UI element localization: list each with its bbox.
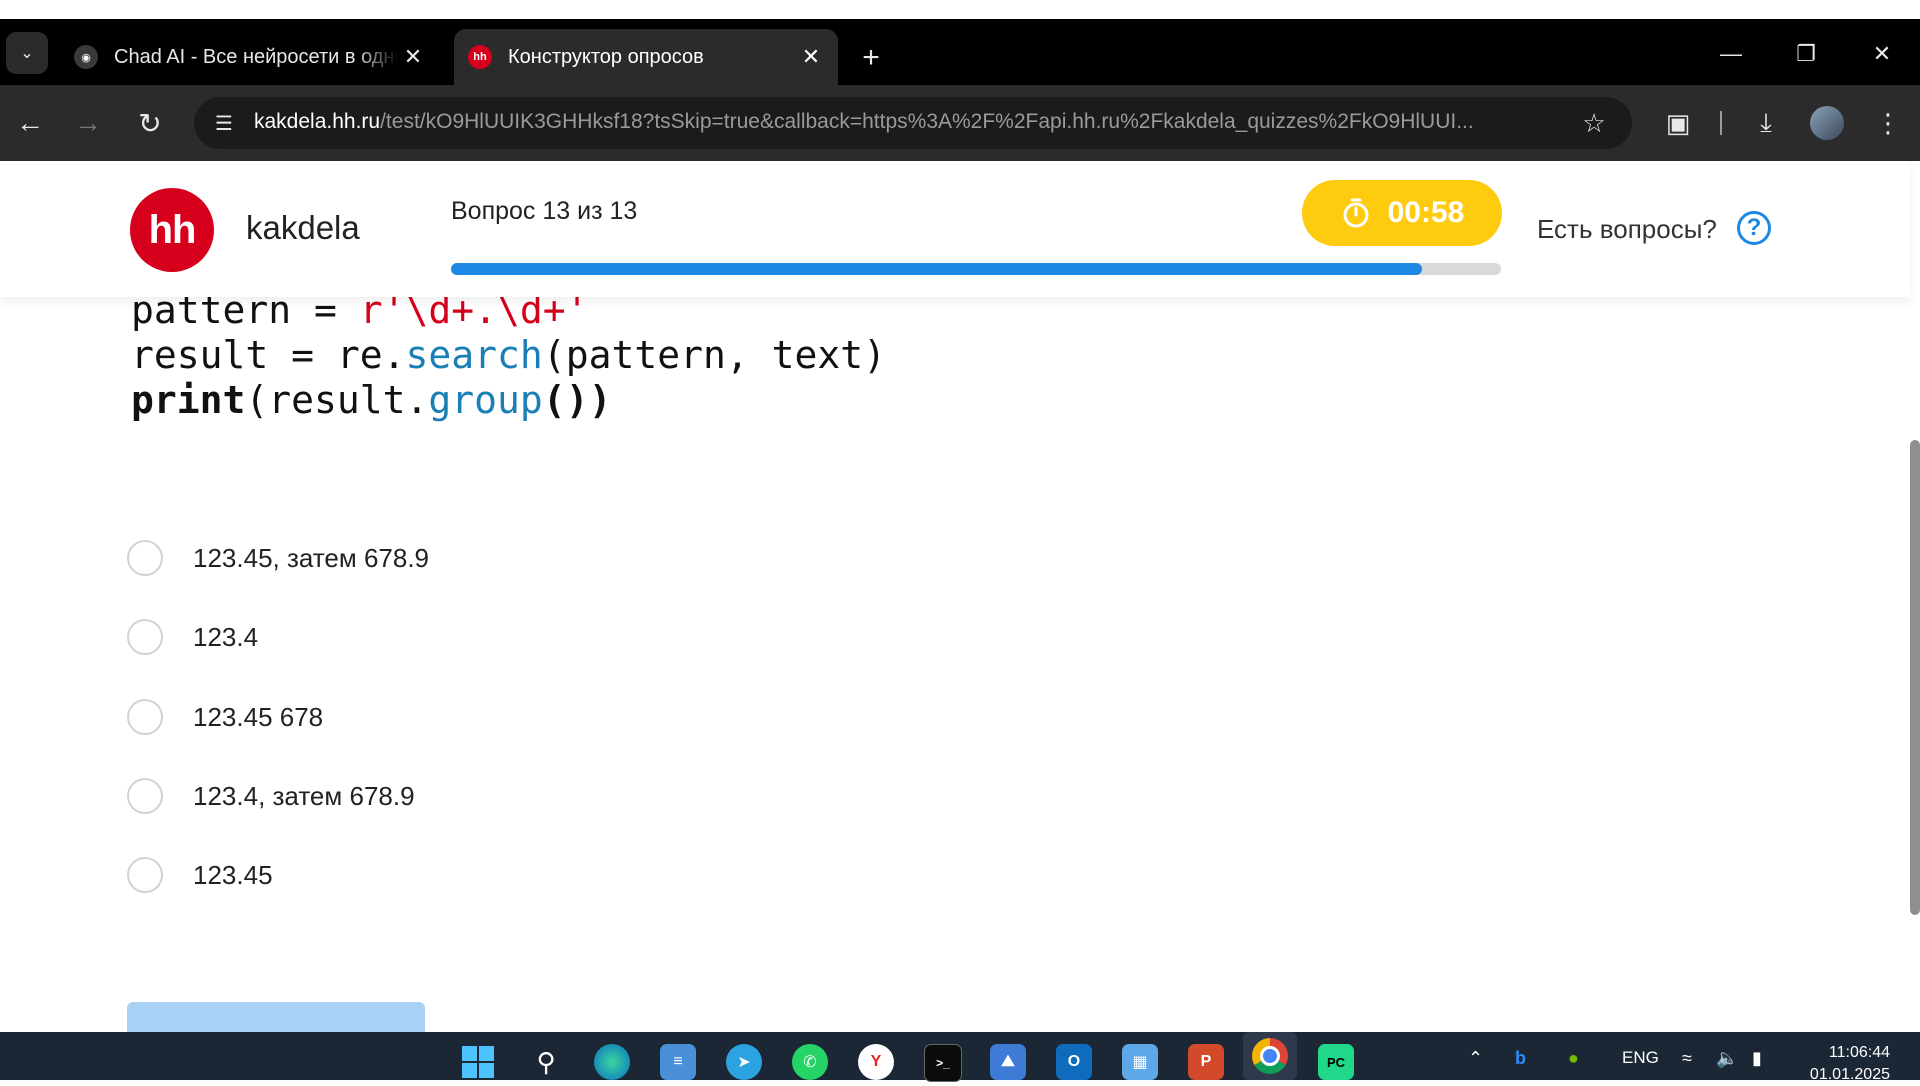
chad-ai-favicon-icon: ◉	[74, 45, 98, 69]
close-icon[interactable]: ✕	[796, 42, 826, 72]
search-icon[interactable]: ⚲	[528, 1044, 564, 1080]
forward-arrow-icon[interactable]: →	[68, 103, 108, 143]
back-arrow-icon[interactable]: ←	[10, 103, 50, 143]
answer-label[interactable]: 123.45 678	[193, 702, 323, 733]
nvidia-icon[interactable]: ●	[1568, 1048, 1579, 1069]
windows-taskbar: ⚲ ≡ ➤ ✆ Y >_ ⛰ O ▦ P PC ⌃ b ● ENG ≈ 🔈 ▮ …	[0, 1032, 1920, 1083]
download-icon[interactable]: ⤓	[1746, 103, 1786, 143]
timer-badge: 00:58	[1302, 180, 1502, 246]
control-panel-icon[interactable]: ▦	[1122, 1044, 1158, 1080]
battery-icon[interactable]: ▮	[1752, 1048, 1762, 1069]
code-function: search	[405, 333, 543, 377]
new-tab-plus-icon[interactable]: +	[856, 41, 886, 74]
code-keyword: print	[131, 378, 246, 422]
answer-label[interactable]: 123.4	[193, 622, 258, 653]
podcast-app-icon[interactable]: P	[1188, 1044, 1224, 1080]
close-icon[interactable]: ✕	[398, 42, 428, 72]
code-token: result = re.	[131, 333, 406, 377]
whatsapp-icon[interactable]: ✆	[792, 1044, 828, 1080]
radio-button[interactable]	[127, 540, 163, 576]
code-line: result = re.search(pattern, text)	[131, 333, 886, 378]
radio-button[interactable]	[127, 778, 163, 814]
hh-logo[interactable]: hh	[130, 188, 214, 272]
minimize-icon[interactable]: —	[1711, 39, 1751, 69]
radio-button[interactable]	[127, 857, 163, 893]
volume-icon[interactable]: 🔈	[1716, 1048, 1738, 1069]
tab-konstruktor-oprosov[interactable]: hh Конструктор опросов ✕	[454, 29, 838, 85]
stopwatch-icon	[1343, 198, 1369, 228]
url-text[interactable]: kakdela.hh.ru/test/kO9HlUUIK3GHHksf18?ts…	[254, 110, 1554, 134]
reload-icon[interactable]: ↻	[130, 103, 170, 143]
browser-toolbar: ← → ↻ ☰ kakdela.hh.ru/test/kO9HlUUIK3GHH…	[0, 85, 1920, 161]
windows-start-icon[interactable]	[460, 1044, 496, 1080]
answer-option[interactable]: 123.45 678	[127, 697, 323, 737]
wifi-icon[interactable]: ≈	[1682, 1048, 1692, 1069]
site-settings-icon[interactable]: ☰	[206, 105, 242, 141]
edge-browser-icon[interactable]	[594, 1044, 630, 1080]
photos-icon[interactable]: ⛰	[990, 1044, 1026, 1080]
tab-title: Chad AI - Все нейросети в одном	[114, 45, 398, 68]
restore-icon[interactable]: ❐	[1786, 39, 1826, 69]
progress-bar	[451, 263, 1501, 275]
answer-option[interactable]: 123.4, затем 678.9	[127, 776, 415, 816]
code-token: (pattern, text)	[542, 333, 886, 377]
radio-button[interactable]	[127, 699, 163, 735]
bing-icon[interactable]: b	[1515, 1048, 1526, 1069]
profile-avatar[interactable]	[1810, 106, 1844, 140]
timer-value: 00:58	[1387, 196, 1465, 229]
notepad-icon[interactable]: ≡	[660, 1044, 696, 1080]
menu-kebab-icon[interactable]: ⋮	[1868, 103, 1908, 143]
url-path: /test/kO9HlUUIK3GHHksf18?tsSkip=true&cal…	[380, 110, 1474, 133]
taskbar-clock[interactable]: 11:06:44 01.01.2025	[1790, 1042, 1890, 1086]
brand-name: kakdela	[246, 209, 360, 246]
pycharm-icon[interactable]: PC	[1318, 1044, 1354, 1080]
answer-label[interactable]: 123.45, затем 678.9	[193, 543, 429, 574]
chevron-down-icon: ⌄	[20, 45, 34, 62]
answer-option[interactable]: 123.45	[127, 855, 273, 895]
toolbar-divider	[1720, 111, 1722, 135]
terminal-icon[interactable]: >_	[924, 1044, 962, 1082]
screen-top-strip	[0, 0, 1920, 19]
telegram-icon[interactable]: ➤	[726, 1044, 762, 1080]
code-function: group	[428, 378, 543, 422]
code-line: print(result.group())	[131, 378, 886, 423]
quiz-header: hh kakdela Вопрос 13 из 13 00:58 Есть во…	[0, 161, 1910, 297]
chrome-taskbar-button[interactable]	[1243, 1032, 1297, 1080]
progress-bar-fill	[451, 263, 1423, 275]
browser-tab-bar: ⌄ ◉ Chad AI - Все нейросети в одном ✕ hh…	[0, 19, 1920, 85]
tab-search-button[interactable]: ⌄	[6, 32, 48, 74]
address-bar[interactable]: ☰ kakdela.hh.ru/test/kO9HlUUIK3GHHksf18?…	[194, 97, 1632, 149]
page-scrollbar[interactable]	[1910, 440, 1920, 915]
radio-button[interactable]	[127, 619, 163, 655]
question-code: pattern = r'\d+.\d+' result = re.search(p…	[131, 288, 886, 423]
question-mark-icon[interactable]: ?	[1737, 211, 1771, 245]
bookmark-star-icon[interactable]: ☆	[1576, 105, 1612, 141]
clock-time: 11:06:44	[1828, 1044, 1890, 1061]
clock-date: 01.01.2025	[1809, 1066, 1890, 1083]
yandex-browser-icon[interactable]: Y	[858, 1044, 894, 1080]
window-close-icon[interactable]: ✕	[1862, 39, 1902, 69]
language-indicator[interactable]: ENG	[1622, 1048, 1659, 1068]
question-progress-text: Вопрос 13 из 13	[451, 197, 638, 225]
answer-option[interactable]: 123.45, затем 678.9	[127, 538, 429, 578]
tab-title: Конструктор опросов	[508, 45, 704, 68]
code-token: (result.	[245, 378, 429, 422]
code-token: ())	[542, 378, 612, 422]
chrome-icon	[1252, 1038, 1288, 1074]
answer-option[interactable]: 123.4	[127, 617, 258, 657]
outlook-icon[interactable]: O	[1056, 1044, 1092, 1080]
answer-label[interactable]: 123.4, затем 678.9	[193, 781, 415, 812]
url-host: kakdela.hh.ru	[254, 110, 381, 133]
hh-favicon-icon: hh	[468, 45, 492, 69]
tab-chad-ai[interactable]: ◉ Chad AI - Все нейросети в одном ✕	[60, 29, 440, 85]
chevron-up-icon[interactable]: ⌃	[1468, 1048, 1483, 1069]
answer-label[interactable]: 123.45	[193, 860, 273, 891]
extensions-puzzle-icon[interactable]: ▣	[1658, 103, 1698, 143]
help-text[interactable]: Есть вопросы?	[1537, 214, 1717, 245]
